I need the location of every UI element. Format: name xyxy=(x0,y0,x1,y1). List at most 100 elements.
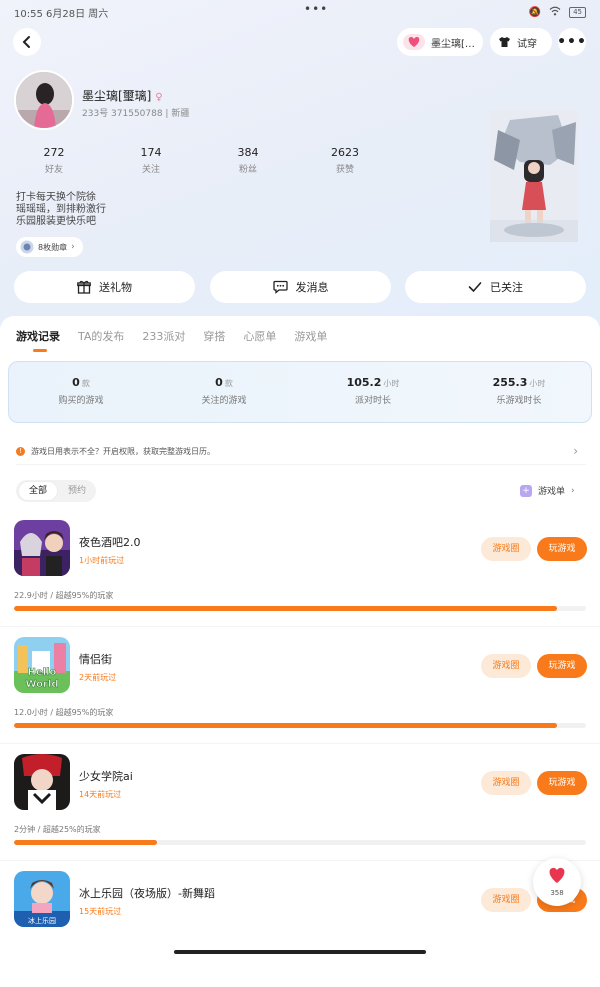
play-game-button[interactable]: 玩游戏 xyxy=(537,771,587,795)
summary-party-time[interactable]: 105.2 小时 派对时长 xyxy=(303,376,443,406)
summary-label: 乐游戏时长 xyxy=(496,396,542,406)
game-playtime: 2分钟 / 超越25%的玩家 xyxy=(14,825,101,834)
gender-female-icon: ♀ xyxy=(155,92,163,103)
summary-followed[interactable]: 0款 关注的游戏 xyxy=(154,376,294,406)
summary-purchased[interactable]: 0款 购买的游戏 xyxy=(11,376,151,406)
filter-reserved[interactable]: 预约 xyxy=(58,480,96,502)
stat-friends[interactable]: 272 好友 xyxy=(24,146,84,175)
like-count: 358 xyxy=(550,889,564,897)
chat-bubble-icon xyxy=(272,280,288,294)
game-item[interactable]: 夜色酒吧2.0 1小时前玩过 游戏圈 玩游戏 22.9小时 / 超越95%的玩家 xyxy=(0,520,600,636)
divider xyxy=(0,860,600,861)
game-last-played: 2天前玩过 xyxy=(79,673,117,682)
send-message-button[interactable]: 发消息 xyxy=(210,271,391,303)
wifi-icon xyxy=(549,6,561,19)
tab-game-lists[interactable]: 游戏单 xyxy=(294,328,327,344)
game-icon: 冰上乐园 xyxy=(14,871,70,927)
avatar[interactable] xyxy=(14,70,74,130)
game-icon xyxy=(14,520,70,576)
game-circle-button[interactable]: 游戏圈 xyxy=(481,654,531,678)
checkmark-icon xyxy=(468,282,482,293)
tab-wishlist[interactable]: 心愿单 xyxy=(243,328,276,344)
tab-233-party[interactable]: 233派对 xyxy=(142,328,185,344)
heart-icon xyxy=(549,867,565,883)
game-circle-button[interactable]: 游戏圈 xyxy=(481,537,531,561)
game-icon xyxy=(14,754,70,810)
progress-fill xyxy=(14,840,157,845)
following-label: 已关注 xyxy=(490,281,523,294)
status-mid-dots: ••• xyxy=(304,2,329,16)
game-list-link[interactable]: + 游戏单 › xyxy=(520,484,575,497)
tab-outfits[interactable]: 穿搭 xyxy=(203,328,225,344)
summary-label: 派对时长 xyxy=(354,396,391,406)
status-time-date: 10:55 6月28日 周六 xyxy=(14,8,109,20)
game-playtime: 22.9小时 / 超越95%的玩家 xyxy=(14,591,114,600)
nickname: 墨尘璃[璽璃] ♀ xyxy=(82,87,163,104)
stat-fans[interactable]: 384 粉丝 xyxy=(218,146,278,175)
stat-following[interactable]: 174 关注 xyxy=(121,146,181,175)
game-icon: Hello World xyxy=(14,637,70,693)
game-name: 夜色酒吧2.0 xyxy=(79,536,141,549)
summary-unit: 款 xyxy=(224,379,233,388)
tab-posts[interactable]: TA的发布 xyxy=(78,328,124,344)
send-message-label: 发消息 xyxy=(295,281,329,294)
play-game-button[interactable]: 玩游戏 xyxy=(537,537,587,561)
like-floating-button[interactable]: 358 xyxy=(533,858,581,906)
mute-icon: 🔕 xyxy=(528,6,542,18)
chevron-right-icon: › xyxy=(71,242,75,252)
summary-unit: 小时 xyxy=(383,379,400,388)
outfit-showcase-image[interactable] xyxy=(490,110,578,242)
summary-label: 关注的游戏 xyxy=(201,396,247,406)
send-gift-button[interactable]: 送礼物 xyxy=(14,271,195,303)
user-id-line: 233号 371550788 | 新疆 xyxy=(82,109,190,119)
chevron-right-icon: › xyxy=(571,485,575,496)
stat-likes[interactable]: 2623 获赞 xyxy=(315,146,375,175)
game-name: 冰上乐园（夜场版）-新舞蹈 xyxy=(79,887,215,900)
stat-label: 好友 xyxy=(44,165,63,175)
battery-icon: 45 xyxy=(569,6,586,18)
try-on-button[interactable]: 试穿 xyxy=(490,28,552,56)
bio-line: 乐园服装更快乐吧 xyxy=(16,216,96,227)
game-circle-button[interactable]: 游戏圈 xyxy=(481,771,531,795)
summary-game-time[interactable]: 255.3 小时 乐游戏时长 xyxy=(449,376,589,406)
following-button[interactable]: 已关注 xyxy=(405,271,586,303)
game-circle-button[interactable]: 游戏圈 xyxy=(481,888,531,912)
home-indicator[interactable] xyxy=(174,950,426,954)
friend-pill-label: 墨尘璃[… xyxy=(431,38,475,50)
permission-notice[interactable]: ! 游戏日用表示不全？开启权限，获取完整游戏日历。 › xyxy=(16,438,586,465)
send-gift-label: 送礼物 xyxy=(99,281,132,294)
game-list-label: 游戏单 xyxy=(538,487,566,497)
badges-button[interactable]: 8枚勋章 › xyxy=(16,237,83,257)
gift-icon xyxy=(77,280,91,294)
tab-game-records[interactable]: 游戏记录 xyxy=(16,328,60,344)
chevron-right-icon: › xyxy=(573,444,578,458)
play-game-button[interactable]: 玩游戏 xyxy=(537,654,587,678)
notice-text: 游戏日用表示不全？开启权限，获取完整游戏日历。 xyxy=(31,446,215,456)
game-last-played: 1小时前玩过 xyxy=(79,556,125,565)
game-last-played: 14天前玩过 xyxy=(79,790,122,799)
back-button[interactable] xyxy=(13,28,41,56)
summary-value: 0 xyxy=(215,376,223,389)
summary-value: 105.2 xyxy=(346,376,382,389)
game-name: 情侣街 xyxy=(79,653,112,666)
heart-friend-icon xyxy=(403,34,425,50)
progress-fill xyxy=(14,606,558,611)
game-last-played: 15天前玩过 xyxy=(79,907,122,916)
playtime-progress-bar xyxy=(14,840,586,845)
game-item[interactable]: Hello World 情侣街 2天前玩过 游戏圈 玩游戏 12.0小时 / 超越… xyxy=(0,637,600,753)
chevron-left-icon xyxy=(22,36,30,48)
friend-pill[interactable]: 墨尘璃[… xyxy=(397,28,483,56)
more-options-button[interactable]: ••• xyxy=(557,28,586,56)
try-on-label: 试穿 xyxy=(517,38,537,50)
summary-value: 0 xyxy=(72,376,80,389)
bio-line: 瑶瑶瑶，到排粉激行 xyxy=(16,204,106,215)
badges-label: 8枚勋章 xyxy=(38,242,68,252)
plus-square-icon: + xyxy=(520,484,532,497)
filter-all[interactable]: 全部 xyxy=(18,481,59,501)
game-item[interactable]: 少女学院ai 14天前玩过 游戏圈 玩游戏 2分钟 / 超越25%的玩家 xyxy=(0,754,600,870)
game-name: 少女学院ai xyxy=(79,770,133,783)
game-item[interactable]: 冰上乐园 冰上乐园（夜场版）-新舞蹈 15天前玩过 游戏圈 玩游戏 xyxy=(0,871,600,987)
playtime-progress-bar xyxy=(14,723,586,728)
bio: 打卡每天换个院徐 瑶瑶瑶，到排粉激行 乐园服装更快乐吧 xyxy=(16,192,106,228)
svg-text:冰上乐园: 冰上乐园 xyxy=(28,916,56,925)
